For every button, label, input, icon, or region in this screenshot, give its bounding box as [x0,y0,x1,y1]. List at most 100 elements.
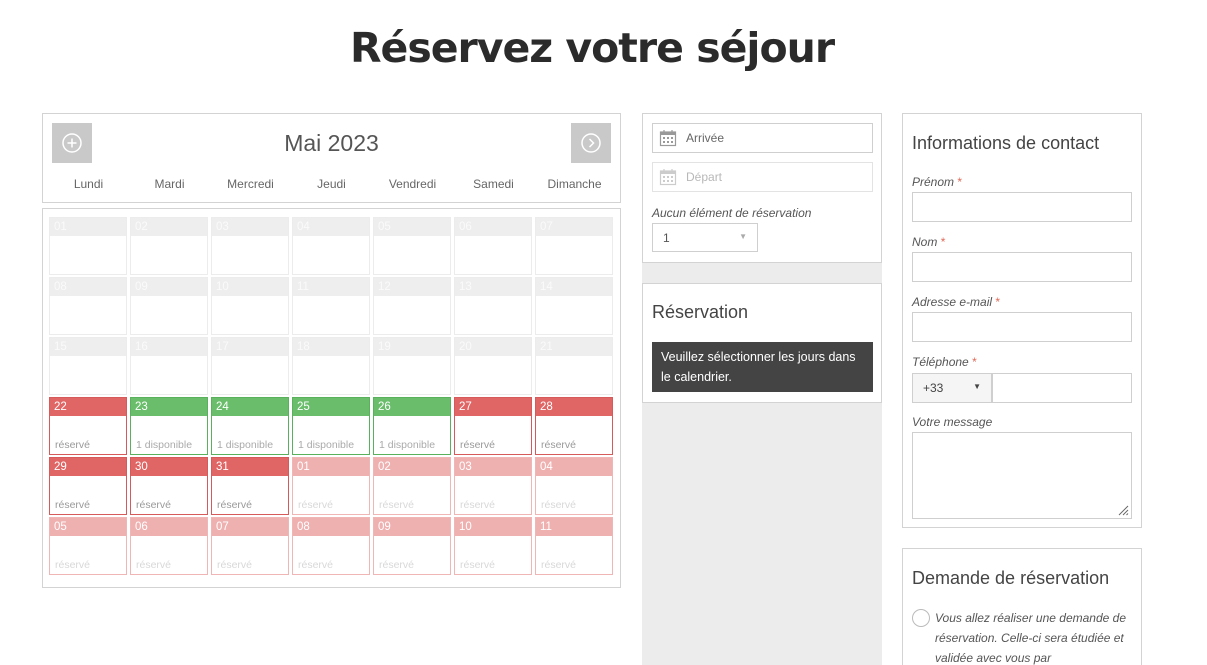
day-status: réservé [217,559,253,571]
day-number: 11 [536,518,612,536]
day-status: réservé [298,559,334,571]
day-number: 07 [212,518,288,536]
date-selection-panel: Arrivée Départ Aucun élément de réservat… [642,113,882,263]
day-number: 29 [50,458,126,476]
chevron-down-icon: ▼ [739,232,747,241]
day-number: 18 [293,338,369,356]
day-status: réservé [460,439,496,451]
email-label: Adresse e-mail * [912,295,1000,309]
calendar-day-cell: 04 réservé [535,457,613,515]
calendar-day-cell: 19 [373,337,451,395]
next-month-button[interactable] [571,123,611,163]
day-number: 30 [131,458,207,476]
day-number: 03 [212,218,288,236]
booking-request-panel: Demande de réservation Vous allez réalis… [902,548,1142,665]
calendar-day-cell[interactable]: 26 1 disponible [373,397,451,455]
calendar-day-cell: 02 [130,217,208,275]
day-number: 21 [536,338,612,356]
day-number: 01 [50,218,126,236]
day-number: 02 [374,458,450,476]
weekday-label: Jeudi [317,177,346,191]
phone-prefix-value: +33 [923,381,944,395]
calendar-day-cell: 12 [373,277,451,335]
booking-item-label: Aucun élément de réservation [652,206,812,220]
calendar-day-cell: 11 réservé [535,517,613,575]
required-mark: * [972,355,977,369]
message-textarea[interactable] [912,432,1132,519]
day-number: 13 [455,278,531,296]
day-status: réservé [541,499,577,511]
calendar-day-cell: 10 réservé [454,517,532,575]
weekday-label: Mercredi [227,177,274,191]
calendar-day-cell: 09 réservé [373,517,451,575]
calendar-day-cell: 29 réservé [49,457,127,515]
resize-handle-icon[interactable] [1117,504,1129,516]
calendar-grid: 01 02 03 04 05 06 07 08 09 10 11 12 13 14 15 16 17 18 19 20… [42,208,621,588]
reservation-title: Réservation [652,302,749,322]
calendar-day-cell: 10 [211,277,289,335]
day-number: 31 [212,458,288,476]
day-status: 1 disponible [136,439,193,451]
departure-placeholder: Départ [686,170,723,184]
weekday-label: Mardi [154,177,185,191]
firstname-field[interactable] [912,192,1132,222]
calendar-week-row: 05 réservé 06 réservé 07 réservé 08 réservé 09 ré… [49,517,614,575]
lastname-label: Nom * [912,235,945,249]
day-number: 22 [50,398,126,416]
calendar-day-cell[interactable]: 24 1 disponible [211,397,289,455]
day-number: 04 [536,458,612,476]
contact-title: Informations de contact [912,133,1100,153]
calendar-day-cell: 17 [211,337,289,395]
required-mark: * [995,295,1001,309]
day-status: réservé [136,559,172,571]
calendar-day-cell: 18 [292,337,370,395]
calendar-day-cell: 03 réservé [454,457,532,515]
day-status: réservé [460,559,496,571]
day-number: 08 [50,278,126,296]
phone-label-text: Téléphone [912,355,969,369]
day-status: réservé [55,439,91,451]
day-status: réservé [55,559,91,571]
day-status: réservé [136,499,172,511]
day-number: 20 [455,338,531,356]
quantity-select[interactable]: 1 ▼ [652,223,758,252]
calendar-day-cell: 01 [49,217,127,275]
calendar-day-cell: 30 réservé [130,457,208,515]
calendar-icon [659,130,677,147]
day-number: 08 [293,518,369,536]
day-number: 02 [131,218,207,236]
calendar-day-cell: 03 [211,217,289,275]
booking-request-radio[interactable] [912,609,930,627]
arrival-date-field[interactable]: Arrivée [652,123,873,153]
required-mark: * [940,235,946,249]
day-number: 10 [212,278,288,296]
day-number: 23 [131,398,207,416]
day-number: 16 [131,338,207,356]
day-status: réservé [379,559,415,571]
calendar-day-cell: 07 [535,217,613,275]
booking-request-text: Vous allez réaliser une demande de réser… [935,611,1127,665]
calendar-week-row: 15 16 17 18 19 20 21 [49,337,614,395]
email-field[interactable] [912,312,1132,342]
calendar-week-row: 22 réservé 23 1 disponible 24 1 disponible 25 1… [49,397,614,455]
calendar-day-cell: 06 [454,217,532,275]
calendar-day-cell[interactable]: 23 1 disponible [130,397,208,455]
departure-date-field[interactable]: Départ [652,162,873,192]
lastname-field[interactable] [912,252,1132,282]
day-number: 17 [212,338,288,356]
calendar-day-cell: 08 [49,277,127,335]
day-number: 10 [455,518,531,536]
day-number: 06 [131,518,207,536]
weekday-label: Dimanche [547,177,602,191]
calendar-day-cell: 28 réservé [535,397,613,455]
day-number: 25 [293,398,369,416]
phone-prefix-select[interactable]: +33 ▼ [912,373,992,403]
calendar-day-cell[interactable]: 25 1 disponible [292,397,370,455]
day-status: réservé [217,499,253,511]
calendar-day-cell: 22 réservé [49,397,127,455]
day-number: 06 [455,218,531,236]
reservation-panel: Réservation Veuillez sélectionner les jo… [642,283,882,403]
chevron-down-icon: ▼ [973,382,981,391]
day-status: 1 disponible [379,439,436,451]
phone-field[interactable] [992,373,1132,403]
